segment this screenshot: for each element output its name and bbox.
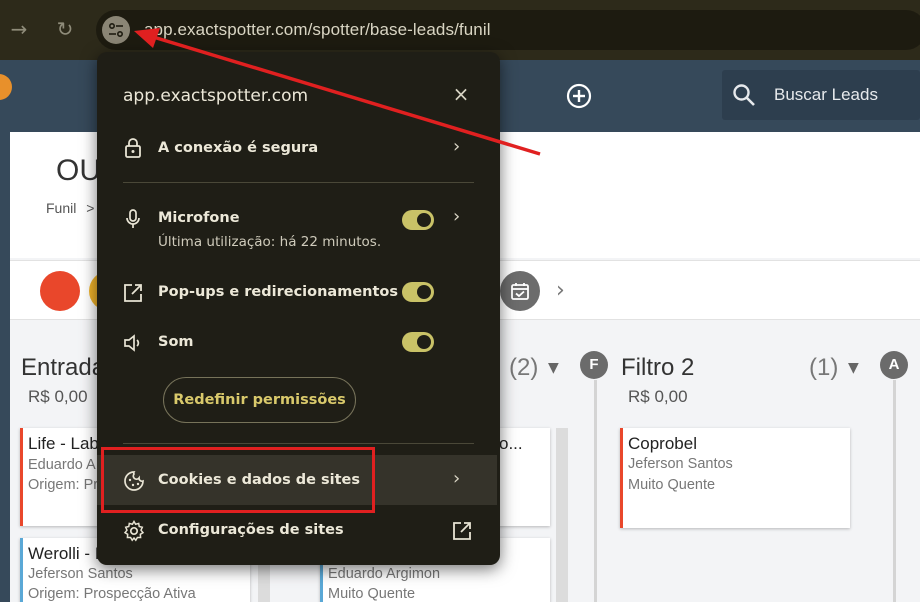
divider [123,182,474,183]
breadcrumb-funil[interactable]: Funil [46,200,76,216]
search-leads-input[interactable]: Buscar Leads [722,70,920,120]
gear-icon [123,520,145,542]
app-logo[interactable] [0,74,12,100]
column-menu-caret-icon[interactable]: ▼ [848,360,859,376]
microphone-details-chevron-icon[interactable]: › [453,206,460,227]
browser-toolbar: → ↻ app.exactspotter.com/spotter/base-le… [0,0,920,60]
popups-toggle[interactable] [402,282,434,302]
filter-hot[interactable] [40,271,80,311]
connection-row[interactable]: A conexão é segura › [97,132,500,164]
forward-button[interactable]: → [4,14,34,44]
breadcrumb: Funil > [46,200,94,216]
microphone-icon [126,209,140,228]
annotation-highlight-box [101,447,375,513]
column-divider [594,380,597,602]
site-info-button[interactable] [102,16,130,44]
column-scrollbar[interactable] [556,428,568,602]
column-title-filtro-2: Filtro 2 [621,354,695,381]
url-text[interactable]: app.exactspotter.com/spotter/base-leads/… [144,20,491,40]
column-amount-entrada: R$ 0,00 [28,387,88,406]
page-title: OU [56,154,101,187]
search-placeholder: Buscar Leads [774,85,878,104]
breadcrumb-separator: > [86,200,95,216]
reset-permissions-button[interactable]: Redefinir permissões [163,377,356,423]
filter-next-icon[interactable]: › [556,278,565,303]
add-circle-icon[interactable] [566,83,592,109]
volume-icon [124,334,140,352]
chevron-right-icon: › [453,468,461,489]
column-badge: F [580,351,608,379]
popups-row: Pop-ups e redirecionamentos [97,280,500,308]
column-menu-caret-icon[interactable]: ▼ [548,360,559,376]
close-icon: × [452,82,470,106]
column-count: (2) [509,354,539,381]
filter-calendar[interactable] [500,271,540,311]
column-title-entrada: Entrada [21,354,106,381]
address-bar[interactable]: app.exactspotter.com/spotter/base-leads/… [96,10,920,50]
search-icon [733,84,755,106]
site-settings-row[interactable]: Configurações de sites [97,516,500,546]
divider [123,443,474,444]
sound-toggle[interactable] [402,332,434,352]
sound-row: Som [97,330,500,358]
column-divider [893,380,896,602]
open-in-new-icon [124,284,142,302]
external-link-icon [453,522,471,540]
chevron-right-icon: › [453,136,461,157]
left-rail [0,132,10,602]
column-badge: A [880,351,908,379]
column-amount-filtro-2: R$ 0,00 [628,387,688,406]
microphone-toggle[interactable] [402,210,434,230]
calendar-check-icon [511,283,529,300]
tune-icon [108,22,124,38]
column-count: (1) [809,354,839,381]
lead-card[interactable]: Coprobel Jeferson Santos Muito Quente [620,428,850,528]
close-button[interactable]: × [449,82,473,106]
lock-icon [125,138,141,158]
popup-domain: app.exactspotter.com [123,86,309,106]
reload-button[interactable]: ↻ [50,14,80,44]
microphone-row: Microfone Última utilização: há 22 minut… [97,204,500,254]
